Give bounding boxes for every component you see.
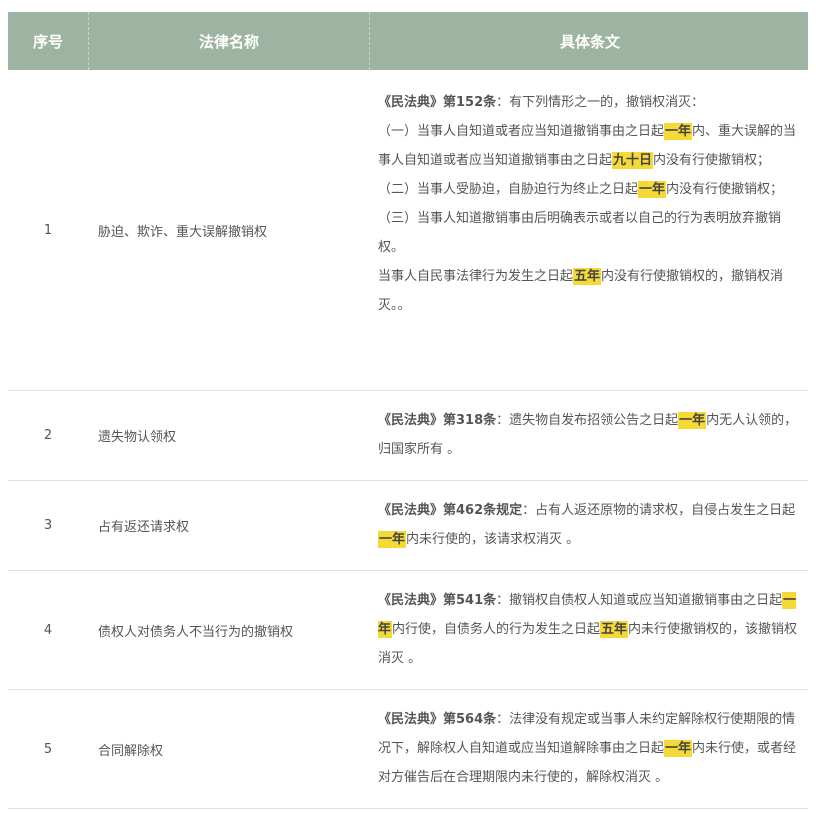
- statute-table: 序号 法律名称 具体条文 1 胁迫、欺诈、重大误解撤销权 《民法典》第152条：…: [8, 12, 808, 809]
- highlight-term: 一年: [378, 531, 407, 548]
- highlight-term: 九十日: [612, 152, 654, 169]
- highlight-term: 一年: [678, 412, 707, 429]
- article-paragraph: 《民法典》第541条：撤销权自债权人知道或应当知道撤销事由之日起一年内行使，自债…: [378, 592, 798, 666]
- table-row: 2 遗失物认领权 《民法典》第318条：遗失物自发布招领公告之日起一年内无人认领…: [8, 391, 808, 481]
- table-row: 1 胁迫、欺诈、重大误解撤销权 《民法典》第152条：有下列情形之一的，撤销权消…: [8, 70, 808, 391]
- article-paragraph: 《民法典》第318条：遗失物自发布招领公告之日起一年内无人认领的，归国家所有 。: [378, 412, 798, 457]
- row-no: 5: [43, 741, 53, 757]
- header-article: 具体条文: [559, 32, 620, 51]
- article-citation: 《民法典》第564条: [378, 712, 497, 727]
- highlight-term: 一年: [638, 181, 667, 198]
- row-no: 4: [43, 622, 53, 638]
- header-law-name: 法律名称: [89, 12, 370, 70]
- row-no: 3: [43, 518, 53, 533]
- table-header: 序号 法律名称 具体条文: [8, 12, 808, 70]
- row-article: 《民法典》第152条：有下列情形之一的，撤销权消灭： （一）当事人自知道或者应当…: [368, 70, 808, 390]
- article-paragraph: 当事人自民事法律行为发生之日起五年内没有行使撤销权的，撤销权消灭。。: [378, 268, 784, 313]
- article-citation: 《民法典》第462条规定: [378, 503, 523, 518]
- highlight-term: 五年: [573, 268, 602, 285]
- article-paragraph: （三）当事人知道撤销事由后明确表示或者以自己的行为表明放弃撤销权。: [378, 211, 782, 255]
- header-no: 序号: [8, 12, 89, 70]
- row-no: 2: [43, 428, 53, 443]
- highlight-term: 一年: [664, 123, 693, 140]
- highlight-term: 一年: [664, 740, 693, 757]
- article-citation: 《民法典》第318条: [378, 413, 497, 428]
- highlight-term: 五年: [600, 621, 629, 638]
- article-paragraph: （二）当事人受胁迫，自胁迫行为终止之日起一年内没有行使撤销权；: [378, 181, 784, 198]
- article-paragraph: （一）当事人自知道或者应当知道撤销事由之日起一年内、重大误解的当事人自知道或者应…: [378, 123, 797, 169]
- article-citation: 《民法典》第152条: [378, 95, 497, 110]
- row-law-name: 债权人对债务人不当行为的撤销权: [98, 624, 294, 640]
- row-article: 《民法典》第564条：法律没有规定或当事人未约定解除权行使期限的情况下，解除权人…: [368, 690, 808, 808]
- row-law-name: 合同解除权: [98, 743, 164, 759]
- row-no: 1: [43, 222, 53, 238]
- table-row: 5 合同解除权 《民法典》第564条：法律没有规定或当事人未约定解除权行使期限的…: [8, 690, 808, 809]
- row-article: 《民法典》第541条：撤销权自债权人知道或应当知道撤销事由之日起一年内行使，自债…: [368, 571, 808, 689]
- article-citation: 《民法典》第541条: [378, 593, 497, 608]
- article-paragraph: 《民法典》第564条：法律没有规定或当事人未约定解除权行使期限的情况下，解除权人…: [378, 712, 797, 785]
- row-article: 《民法典》第318条：遗失物自发布招领公告之日起一年内无人认领的，归国家所有 。: [368, 391, 808, 480]
- row-law-name: 遗失物认领权: [98, 430, 177, 445]
- article-paragraph: 《民法典》第152条：有下列情形之一的，撤销权消灭：: [378, 95, 705, 110]
- row-article: 《民法典》第462条规定：占有人返还原物的请求权，自侵占发生之日起一年内未行使的…: [368, 481, 808, 570]
- row-law-name: 胁迫、欺诈、重大误解撤销权: [98, 224, 268, 240]
- article-paragraph: 《民法典》第462条规定：占有人返还原物的请求权，自侵占发生之日起一年内未行使的…: [378, 503, 796, 548]
- table-row: 3 占有返还请求权 《民法典》第462条规定：占有人返还原物的请求权，自侵占发生…: [8, 481, 808, 571]
- table-row: 4 债权人对债务人不当行为的撤销权 《民法典》第541条：撤销权自债权人知道或应…: [8, 571, 808, 690]
- row-law-name: 占有返还请求权: [98, 520, 190, 535]
